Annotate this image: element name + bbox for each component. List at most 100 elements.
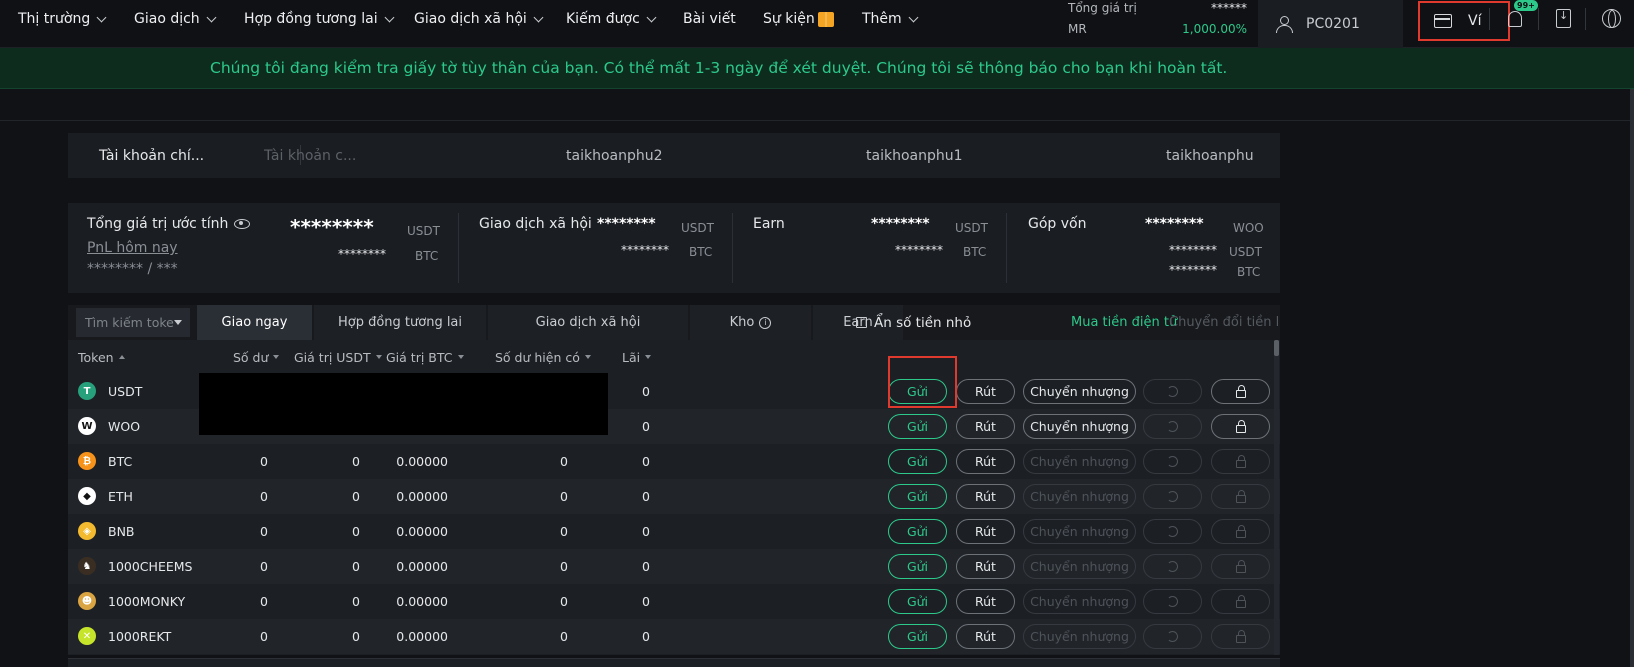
- nav-futures[interactable]: Hợp đồng tương lai: [244, 0, 395, 38]
- withdraw-button[interactable]: Rút: [956, 624, 1015, 649]
- header-usdt-value[interactable]: Giá trị USDT: [294, 340, 382, 374]
- header-available-label: Số dư hiện có: [495, 349, 580, 365]
- tab-vault[interactable]: Kho i: [690, 305, 811, 340]
- page-scrollbar[interactable]: [1630, 89, 1634, 667]
- token-logo-icon: W: [78, 417, 96, 435]
- unit-usdt: USDT: [955, 221, 988, 235]
- deposit-button[interactable]: Gửi: [888, 449, 947, 474]
- transfer-button[interactable]: Chuyển nhượng: [1023, 414, 1136, 439]
- withdraw-button[interactable]: Rút: [956, 484, 1015, 509]
- nav-more-label: Thêm: [862, 11, 902, 27]
- pnl-today-link[interactable]: PnL hôm nay: [87, 240, 178, 256]
- subaccount-tab-taikhoanphu[interactable]: taikhoanphu: [1166, 133, 1254, 178]
- transfer-button[interactable]: Chuyển nhượng: [1023, 554, 1136, 579]
- history-icon: [1167, 561, 1178, 572]
- transfer-button[interactable]: Chuyển nhượng: [1023, 624, 1136, 649]
- history-button[interactable]: [1143, 414, 1202, 439]
- total-value-label: Tổng giá trị: [1068, 1, 1137, 15]
- transfer-button[interactable]: Chuyển nhượng: [1023, 519, 1136, 544]
- hide-small-label[interactable]: Ẩn số tiền nhỏ: [874, 305, 971, 340]
- nav-earn[interactable]: Kiếm được: [566, 0, 657, 38]
- history-button[interactable]: [1143, 519, 1202, 544]
- download-app-icon[interactable]: [1556, 9, 1571, 28]
- subaccount-tab-2[interactable]: Tài khoản c...: [264, 133, 356, 178]
- header-available[interactable]: Số dư hiện có: [495, 340, 591, 374]
- divider: [458, 213, 459, 283]
- notice-text: Chúng tôi đang kiểm tra giấy tờ tùy thân…: [210, 59, 1228, 77]
- header-balance[interactable]: Số dư: [233, 340, 280, 374]
- header-token[interactable]: Token: [78, 340, 125, 374]
- nav-markets[interactable]: Thị trường: [18, 0, 107, 38]
- withdraw-button[interactable]: Rút: [956, 449, 1015, 474]
- convert-small-link[interactable]: Chuyển đổi tiền lẻ: [1169, 305, 1279, 340]
- tab-social-trading[interactable]: Giao dịch xã hội: [488, 305, 688, 340]
- lock-button[interactable]: [1211, 519, 1270, 544]
- subaccount-tab-taikhoanphu1[interactable]: taikhoanphu1: [866, 133, 963, 178]
- wallet-button[interactable]: Ví: [1418, 1, 1510, 41]
- withdraw-button[interactable]: Rút: [956, 414, 1015, 439]
- header-usdt-label: Giá trị USDT: [294, 349, 371, 365]
- transfer-button[interactable]: Chuyển nhượng: [1023, 449, 1136, 474]
- nav-events[interactable]: Sự kiện: [763, 0, 834, 38]
- deposit-button[interactable]: Gửi: [888, 414, 947, 439]
- lock-button[interactable]: [1211, 379, 1270, 404]
- subaccount-tabs: Tài khoản chí... Tài khoản c... taikhoan…: [68, 133, 1280, 178]
- deposit-button[interactable]: Gửi: [888, 379, 947, 404]
- withdraw-button[interactable]: Rút: [956, 554, 1015, 579]
- tab-spot[interactable]: Giao ngay: [197, 305, 312, 340]
- history-button[interactable]: [1143, 449, 1202, 474]
- token-symbol: BTC: [108, 454, 133, 469]
- withdraw-button[interactable]: Rút: [956, 519, 1015, 544]
- available-cell: 0: [560, 524, 568, 539]
- subaccount-tab-main[interactable]: Tài khoản chí...: [99, 133, 204, 178]
- history-button[interactable]: [1143, 554, 1202, 579]
- nav-articles-label: Bài viết: [683, 11, 736, 27]
- interest-cell: 0: [642, 559, 650, 574]
- nav-trade[interactable]: Giao dịch: [134, 0, 217, 38]
- token-search-input[interactable]: Tìm kiếm toke: [76, 308, 190, 337]
- asset-tabbar: Tìm kiếm toke Giao ngay Hợp đồng tương l…: [68, 305, 1280, 340]
- history-button[interactable]: [1143, 484, 1202, 509]
- lock-button[interactable]: [1211, 449, 1270, 474]
- eye-icon[interactable]: [234, 219, 251, 229]
- nav-more[interactable]: Thêm: [862, 0, 919, 38]
- header-btc-value[interactable]: Giá trị BTC: [386, 340, 464, 374]
- lock-button[interactable]: [1211, 414, 1270, 439]
- header-interest[interactable]: Lãi: [622, 340, 652, 374]
- bell-icon[interactable]: [1508, 11, 1522, 27]
- transfer-button[interactable]: Chuyển nhượng: [1023, 379, 1136, 404]
- deposit-button[interactable]: Gửi: [888, 519, 947, 544]
- history-button[interactable]: [1143, 624, 1202, 649]
- history-button[interactable]: [1143, 589, 1202, 614]
- deposit-button[interactable]: Gửi: [888, 624, 947, 649]
- table-scrollbar[interactable]: [1274, 340, 1279, 655]
- lock-button[interactable]: [1211, 589, 1270, 614]
- total-value: ******: [1211, 1, 1247, 15]
- total-btc-value: ********: [338, 247, 386, 261]
- lock-button[interactable]: [1211, 624, 1270, 649]
- unit-woo: WOO: [1233, 221, 1264, 235]
- withdraw-button[interactable]: Rút: [956, 589, 1015, 614]
- gift-icon: [817, 11, 834, 27]
- total-value-box[interactable]: Tổng giá trị ****** MR 1,000.00%: [1060, 0, 1255, 48]
- withdraw-button[interactable]: Rút: [956, 379, 1015, 404]
- deposit-button[interactable]: Gửi: [888, 484, 947, 509]
- nav-social-trading[interactable]: Giao dịch xã hội: [414, 0, 544, 38]
- unit-btc: BTC: [689, 245, 713, 259]
- chevron-down-icon: [646, 12, 657, 22]
- buy-crypto-link[interactable]: Mua tiền điện tử: [1071, 305, 1177, 340]
- lock-button[interactable]: [1211, 554, 1270, 579]
- tab-futures[interactable]: Hợp đồng tương lai: [314, 305, 486, 340]
- deposit-button[interactable]: Gửi: [888, 589, 947, 614]
- hide-small-checkbox[interactable]: [856, 317, 867, 328]
- lock-button[interactable]: [1211, 484, 1270, 509]
- subaccount-tab-taikhoanphu2[interactable]: taikhoanphu2: [566, 133, 663, 178]
- deposit-button[interactable]: Gửi: [888, 554, 947, 579]
- transfer-button[interactable]: Chuyển nhượng: [1023, 484, 1136, 509]
- nav-articles[interactable]: Bài viết: [683, 0, 736, 38]
- lock-icon: [1235, 419, 1246, 433]
- globe-icon[interactable]: [1602, 9, 1621, 28]
- transfer-button[interactable]: Chuyển nhượng: [1023, 589, 1136, 614]
- account-menu[interactable]: PC0201: [1258, 0, 1403, 48]
- history-button[interactable]: [1143, 379, 1202, 404]
